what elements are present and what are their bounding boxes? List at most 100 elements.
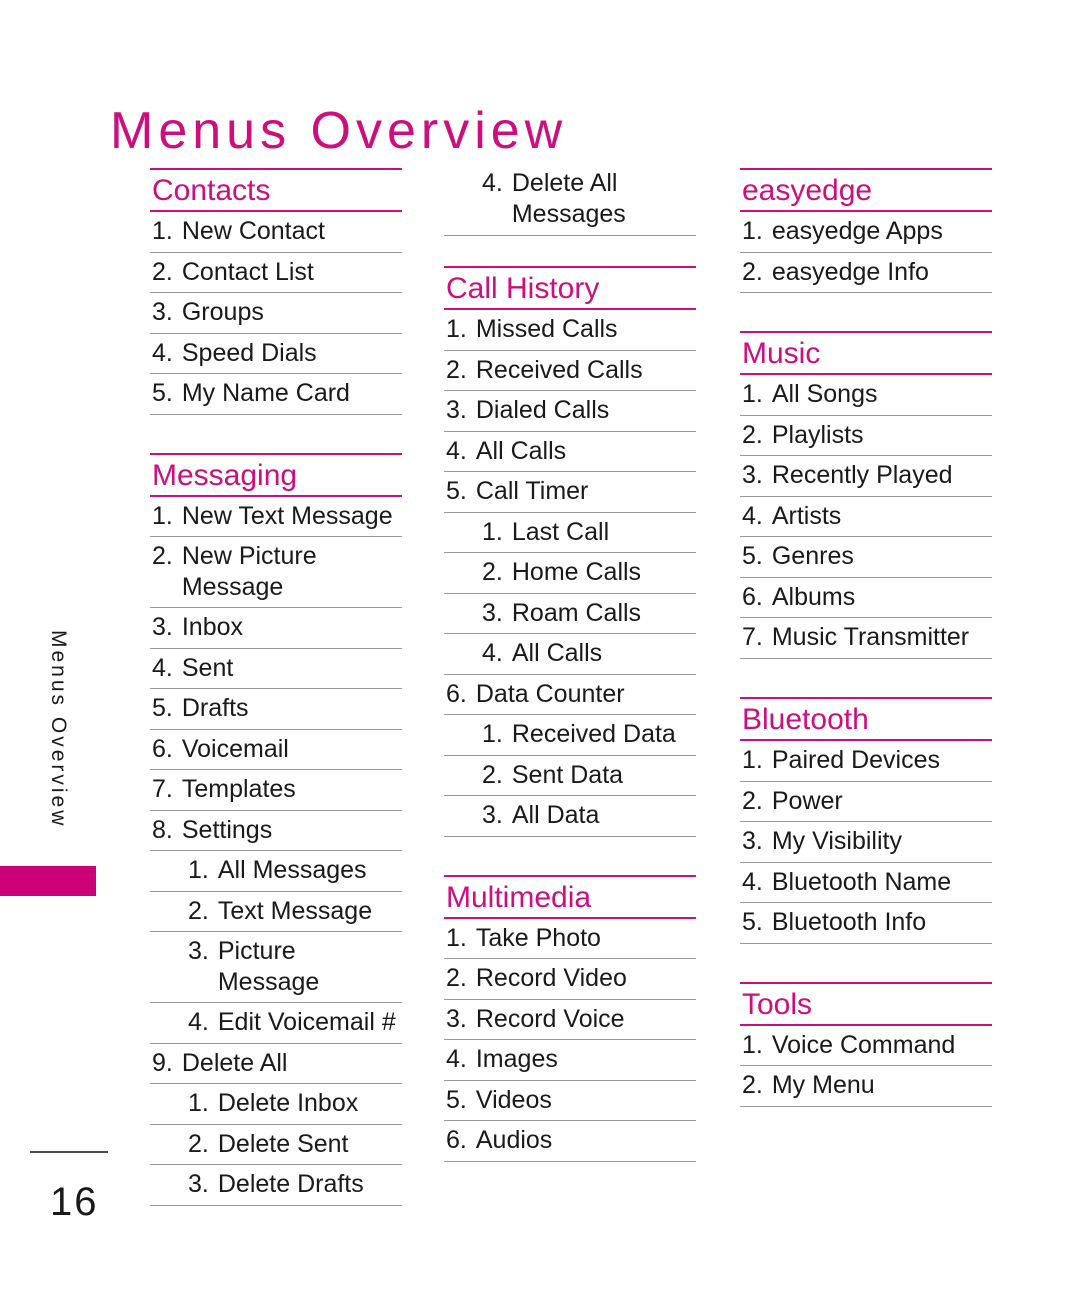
group-title: Music bbox=[742, 337, 821, 371]
menu-item-label: All Calls bbox=[475, 436, 567, 465]
menu-item: 1. Received Data bbox=[444, 715, 696, 756]
menu-item-number: 4. bbox=[152, 653, 173, 682]
menu-item-label: Power bbox=[771, 786, 843, 815]
menu-item-label: Bluetooth Name bbox=[771, 867, 952, 896]
menu-group: Contacts 1. New Contact 2. Contact List 3. Gro… bbox=[150, 168, 402, 415]
menu-item-label: Edit Voicemail # bbox=[217, 1008, 396, 1037]
menu-item-number: 2. bbox=[742, 257, 763, 286]
menu-item-number: 4. bbox=[446, 436, 467, 465]
menu-item-number: 4. bbox=[446, 1045, 467, 1074]
menu-item: 1. easyedge Apps bbox=[740, 212, 992, 253]
menu-item-number: 2. bbox=[152, 257, 173, 286]
menu-item-number: 1. bbox=[742, 1030, 763, 1059]
menu-item-label: Drafts bbox=[181, 694, 249, 723]
menu-group: Music 1. All Songs 2. Playlists 3. Recently Pl… bbox=[740, 331, 992, 659]
menu-item-label: All Songs bbox=[771, 380, 878, 409]
menu-item-number: 1. bbox=[188, 1089, 209, 1118]
menu-item: 7. Music Transmitter bbox=[740, 618, 992, 659]
menu-item: 3. Dialed Calls bbox=[444, 391, 696, 432]
menu-item-label: New Picture Message bbox=[181, 542, 317, 601]
menu-item-label: Delete Drafts bbox=[217, 1170, 364, 1199]
menu-item-number: 6. bbox=[152, 734, 173, 763]
menu-item-number: 2. bbox=[742, 420, 763, 449]
menu-item: 4. Speed Dials bbox=[150, 334, 402, 375]
menu-item-label: Record Voice bbox=[475, 1004, 625, 1033]
menu-item-number: 3. bbox=[446, 396, 467, 425]
menu-item-label: Settings bbox=[181, 815, 273, 844]
menu-item: 8. Settings bbox=[150, 811, 402, 852]
menu-item: 4. Images bbox=[444, 1040, 696, 1081]
menu-item: 5. Call Timer bbox=[444, 472, 696, 513]
menu-item: 4. Bluetooth Name bbox=[740, 863, 992, 904]
menu-item-number: 1. bbox=[446, 315, 467, 344]
menu-item-label: New Contact bbox=[181, 217, 325, 246]
menu-item: 2. Delete Sent bbox=[150, 1125, 402, 1166]
menu-item: 5. Videos bbox=[444, 1081, 696, 1122]
menu-item-number: 1. bbox=[742, 746, 763, 775]
menu-item: 2. Home Calls bbox=[444, 553, 696, 594]
menu-item-label: Delete Sent bbox=[217, 1129, 349, 1158]
page-title: Menus Overview bbox=[110, 101, 568, 160]
menu-item-label: Sent Data bbox=[511, 760, 624, 789]
menu-item: 2. Text Message bbox=[150, 892, 402, 933]
menu-item: 1. Delete Inbox bbox=[150, 1084, 402, 1125]
menu-item-number: 2. bbox=[188, 896, 209, 925]
menu-item-label: Inbox bbox=[181, 613, 244, 642]
column-1: Contacts 1. New Contact 2. Contact List 3. Gro… bbox=[150, 168, 402, 1206]
menu-item-label: Contact List bbox=[181, 257, 314, 286]
menu-item-label: Groups bbox=[181, 298, 264, 327]
menu-item: 1. Voice Command bbox=[740, 1026, 992, 1067]
menu-item-label: Call Timer bbox=[475, 477, 589, 506]
menu-item-number: 3. bbox=[446, 1004, 467, 1033]
menu-item-number: 3. bbox=[482, 598, 503, 627]
menu-item: 1. New Text Message bbox=[150, 497, 402, 538]
menu-item-label: Sent bbox=[181, 653, 234, 682]
menu-item-number: 3. bbox=[482, 801, 503, 830]
menu-item: 3. Delete Drafts bbox=[150, 1165, 402, 1206]
menu-columns: Contacts 1. New Contact 2. Contact List 3. Gro… bbox=[0, 168, 1080, 1228]
group-title: Messaging bbox=[152, 458, 298, 492]
menu-item: 3. Groups bbox=[150, 293, 402, 334]
menu-item-number: 4. bbox=[742, 501, 763, 530]
menu-item: 2. easyedge Info bbox=[740, 253, 992, 294]
menu-item-label: My Menu bbox=[771, 1071, 875, 1100]
menu-item: 1. Paired Devices bbox=[740, 741, 992, 782]
menu-item-label: Delete Inbox bbox=[217, 1089, 359, 1118]
menu-item: 6. Albums bbox=[740, 578, 992, 619]
menu-item-label: easyedge Info bbox=[771, 257, 929, 286]
menu-item-number: 3. bbox=[742, 827, 763, 856]
menu-group: Call History 1. Missed Calls 2. Received Cal… bbox=[444, 266, 696, 837]
menu-item-number: 2. bbox=[482, 558, 503, 587]
menu-item-number: 2. bbox=[482, 760, 503, 789]
menu-item-label: Data Counter bbox=[475, 679, 625, 708]
menu-item: 3. Picture Message bbox=[150, 932, 402, 1004]
column-2: 4. Delete All Messages Call History 1. Misse… bbox=[444, 168, 696, 1162]
menu-item-label: My Visibility bbox=[771, 827, 902, 856]
menu-item-label: Images bbox=[475, 1045, 558, 1074]
menu-item-label: Text Message bbox=[217, 896, 373, 925]
menu-item: 5. Drafts bbox=[150, 689, 402, 730]
menu-item: 6. Audios bbox=[444, 1121, 696, 1162]
menu-item-label: New Text Message bbox=[181, 501, 393, 530]
group-title: Bluetooth bbox=[742, 702, 869, 736]
menu-item-number: 6. bbox=[446, 679, 467, 708]
menu-item-number: 2. bbox=[446, 355, 467, 384]
menu-item-label: Received Calls bbox=[475, 355, 643, 384]
menu-item-label: Genres bbox=[771, 542, 854, 571]
menu-item-number: 4. bbox=[742, 867, 763, 896]
menu-item-number: 1. bbox=[152, 501, 173, 530]
menu-item: 5. Bluetooth Info bbox=[740, 903, 992, 944]
menu-group: Tools 1. Voice Command 2. My Menu bbox=[740, 981, 992, 1107]
menu-item-number: 4. bbox=[482, 169, 503, 197]
menu-item: 2. Playlists bbox=[740, 416, 992, 457]
menu-item: 2. Record Video bbox=[444, 959, 696, 1000]
menu-item: 5. My Name Card bbox=[150, 374, 402, 415]
menu-item-label: All Calls bbox=[511, 639, 603, 668]
menu-item-number: 2. bbox=[152, 542, 173, 571]
menu-item-number: 1. bbox=[482, 720, 503, 749]
menu-item: 2. Contact List bbox=[150, 253, 402, 294]
menu-item: 3. My Visibility bbox=[740, 822, 992, 863]
menu-item: 4. All Calls bbox=[444, 432, 696, 473]
menu-item-label: Templates bbox=[181, 775, 296, 804]
menu-item-number: 3. bbox=[188, 1170, 209, 1199]
